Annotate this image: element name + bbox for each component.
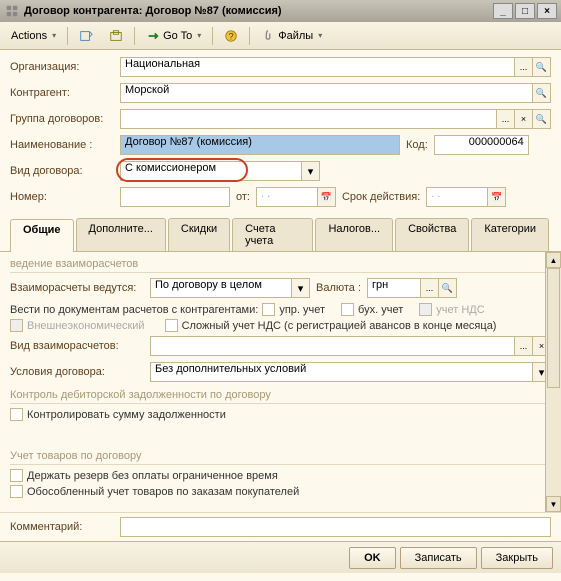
tab-general[interactable]: Общие: [10, 219, 74, 252]
toolbar: Actions Go To ? Файлы: [0, 22, 561, 50]
number-input[interactable]: [120, 187, 230, 207]
from-label: от:: [236, 191, 250, 203]
tab-content: ведение взаиморасчетов Взаиморасчеты вед…: [0, 252, 561, 512]
mutual-type-label: Вид взаиморасчетов:: [10, 340, 150, 352]
currency-search-icon[interactable]: 🔍: [439, 278, 457, 298]
tab-discounts[interactable]: Скидки: [168, 218, 230, 251]
type-input[interactable]: С комиссионером: [120, 161, 302, 181]
toolbar-icon-1[interactable]: [72, 26, 100, 46]
contragent-search-icon[interactable]: 🔍: [533, 83, 551, 103]
scroll-up-icon[interactable]: ▲: [546, 252, 561, 268]
scroll-thumb[interactable]: [547, 268, 560, 388]
cb-upr[interactable]: [262, 303, 275, 316]
cb-control-debt[interactable]: [10, 408, 23, 421]
org-select-button[interactable]: ...: [515, 57, 533, 77]
comment-input[interactable]: [120, 517, 551, 537]
group-select-button[interactable]: ...: [497, 109, 515, 129]
close-window-button[interactable]: ×: [537, 3, 557, 19]
tab-categories[interactable]: Категории: [471, 218, 549, 251]
window-title: Договор контрагента: Договор №87 (комисс…: [24, 5, 491, 17]
conditions-input[interactable]: Без дополнительных условий: [150, 362, 533, 382]
group-input[interactable]: [120, 109, 497, 129]
mutual-label: Взаиморасчеты ведутся:: [10, 282, 150, 294]
minimize-button[interactable]: _: [493, 3, 513, 19]
validity-label: Срок действия:: [342, 191, 420, 203]
tab-taxes[interactable]: Налогов...: [315, 218, 393, 251]
svg-text:?: ?: [229, 31, 234, 42]
cb-bukh[interactable]: [341, 303, 354, 316]
group-clear-button[interactable]: ×: [515, 109, 533, 129]
name-input[interactable]: Договор №87 (комиссия): [120, 135, 400, 155]
scrollbar-vertical[interactable]: ▲ ▼: [545, 252, 561, 512]
toolbar-icon-2[interactable]: [102, 26, 130, 46]
number-label: Номер:: [10, 191, 120, 203]
mutual-select[interactable]: По договору в целом: [150, 278, 292, 298]
mutual-type-select-button[interactable]: ...: [515, 336, 533, 356]
type-label: Вид договора:: [10, 165, 120, 177]
footer: OK Записать Закрыть: [0, 541, 561, 573]
org-label: Организация:: [10, 61, 120, 73]
code-label: Код:: [406, 139, 428, 151]
group-label: Группа договоров:: [10, 113, 120, 125]
write-button[interactable]: Записать: [400, 547, 477, 569]
validity-input[interactable]: . .: [426, 187, 488, 207]
tab-properties[interactable]: Свойства: [395, 218, 469, 251]
calendar-icon[interactable]: 📅: [318, 187, 336, 207]
org-input[interactable]: Национальная: [120, 57, 515, 77]
maximize-button[interactable]: □: [515, 3, 535, 19]
contragent-input[interactable]: Морской: [120, 83, 533, 103]
goto-menu[interactable]: Go To: [139, 26, 208, 46]
window-titlebar: Договор контрагента: Договор №87 (комисс…: [0, 0, 561, 22]
name-label: Наименование :: [10, 139, 120, 151]
section-debt-head: Контроль дебиторской задолженности по до…: [10, 389, 551, 404]
docs-label: Вести по документам расчетов с контраген…: [10, 304, 258, 316]
scroll-down-icon[interactable]: ▼: [546, 496, 561, 512]
close-button[interactable]: Закрыть: [481, 547, 553, 569]
org-search-icon[interactable]: 🔍: [533, 57, 551, 77]
mutual-dropdown-icon[interactable]: ▾: [292, 278, 310, 298]
cb-nds: [419, 303, 432, 316]
type-dropdown-icon[interactable]: ▾: [302, 161, 320, 181]
calendar-icon-2[interactable]: 📅: [488, 187, 506, 207]
cb-separate[interactable]: [10, 485, 23, 498]
date-from-input[interactable]: . .: [256, 187, 318, 207]
tab-bar: Общие Дополните... Скидки Счета учета На…: [0, 218, 561, 252]
conditions-label: Условия договора:: [10, 366, 150, 378]
tab-additional[interactable]: Дополните...: [76, 218, 166, 251]
app-icon: [4, 3, 20, 19]
ok-button[interactable]: OK: [349, 547, 396, 569]
currency-select-button[interactable]: ...: [421, 278, 439, 298]
mutual-type-input[interactable]: [150, 336, 515, 356]
help-icon[interactable]: ?: [217, 26, 245, 46]
section-mutual-head: ведение взаиморасчетов: [10, 258, 551, 273]
cb-reserve[interactable]: [10, 469, 23, 482]
comment-label: Комментарий:: [10, 521, 120, 533]
code-input[interactable]: 000000064: [434, 135, 529, 155]
group-search-icon[interactable]: 🔍: [533, 109, 551, 129]
contragent-label: Контрагент:: [10, 87, 120, 99]
section-goods-head: Учет товаров по договору: [10, 450, 551, 465]
actions-menu[interactable]: Actions: [4, 27, 63, 45]
tab-accounts[interactable]: Счета учета: [232, 218, 313, 251]
form-area: Организация: Национальная ... 🔍 Контраге…: [0, 50, 561, 218]
files-menu[interactable]: Файлы: [254, 26, 329, 46]
cb-complex[interactable]: [165, 319, 178, 332]
currency-input[interactable]: грн: [367, 278, 421, 298]
cb-foreign: [10, 319, 23, 332]
currency-label: Валюта :: [316, 282, 361, 294]
